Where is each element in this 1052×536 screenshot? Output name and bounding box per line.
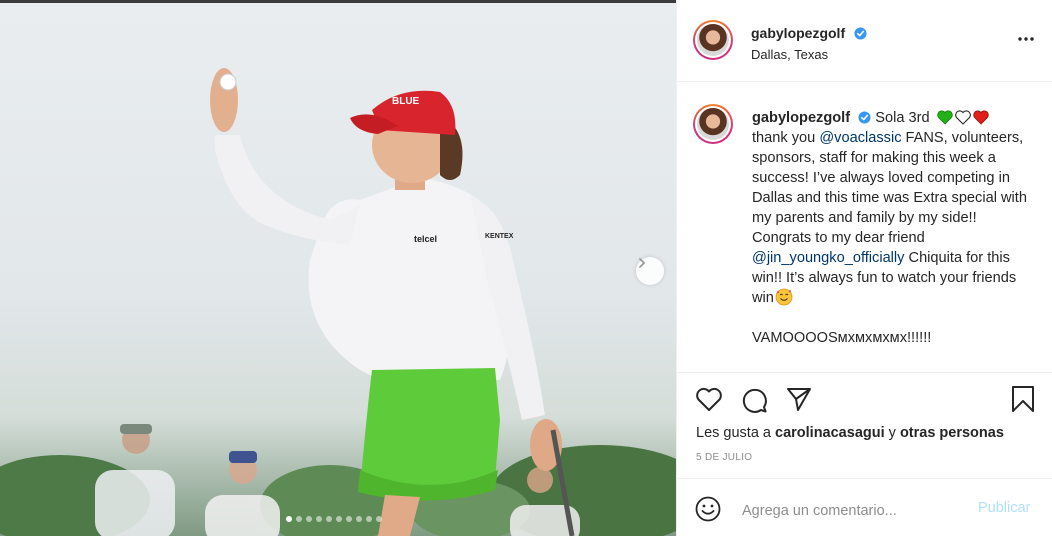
carousel-dot <box>306 516 312 522</box>
smiling-face-with-hearts-icon <box>775 288 793 306</box>
post-header: gabylopezgolf Dallas, Texas <box>677 0 1052 82</box>
carousel-dot <box>356 516 362 522</box>
svg-text:KENTEX: KENTEX <box>485 233 514 240</box>
carousel-dot <box>346 516 352 522</box>
likes-summary: Les gusta a carolinacasagui y otras pers… <box>696 425 1004 441</box>
comment-bar: Publicar <box>677 478 1052 536</box>
more-options-icon[interactable] <box>1017 30 1035 48</box>
heart-icon[interactable] <box>695 386 723 412</box>
avatar[interactable] <box>693 20 733 60</box>
bookmark-icon[interactable] <box>1010 385 1036 413</box>
post-caption: gabylopezgolf Sola 3rd thank you @voacla… <box>752 108 1037 348</box>
carousel-dot <box>366 516 372 522</box>
emoji-icon[interactable] <box>695 496 721 522</box>
verified-icon <box>858 111 871 124</box>
comment-icon[interactable] <box>740 386 768 414</box>
caption-thank: thank you <box>752 130 816 146</box>
white-heart-icon <box>954 110 971 125</box>
green-heart-icon <box>936 110 953 125</box>
carousel-indicator <box>286 516 382 522</box>
likes-joiner: y <box>888 425 896 441</box>
golfer-illustration: BLUE telcel KENTEX <box>0 68 676 536</box>
post-location[interactable]: Dallas, Texas <box>751 47 828 62</box>
carousel-dot <box>316 516 322 522</box>
mention-voaclassic-link[interactable]: @voaclassic <box>819 130 901 146</box>
post-date[interactable]: 5 DE JULIO <box>696 452 752 463</box>
likes-others-link[interactable]: otras personas <box>900 425 1004 441</box>
actions-divider <box>677 372 1052 374</box>
carousel-dot <box>376 516 382 522</box>
svg-text:BLUE: BLUE <box>392 96 420 107</box>
caption-intro: Sola 3rd <box>875 110 930 126</box>
post-username[interactable]: gabylopezgolf <box>751 25 845 41</box>
carousel-dot <box>326 516 332 522</box>
carousel-dot <box>286 516 292 522</box>
post-photo[interactable]: BLUE telcel KENTEX <box>0 0 676 536</box>
caption-hearts <box>936 110 989 125</box>
likes-user-link[interactable]: carolinacasagui <box>775 425 885 441</box>
carousel-dot <box>296 516 302 522</box>
caption-avatar[interactable] <box>693 104 733 144</box>
comment-input[interactable] <box>740 499 974 523</box>
post-detail-panel: gabylopezgolf Dallas, Texas gabylopezgol… <box>676 0 1052 536</box>
chevron-right-icon <box>639 258 646 268</box>
mention-jin-youngko-link[interactable]: @jin_youngko_officially <box>752 250 904 266</box>
carousel-next-button[interactable] <box>636 257 664 285</box>
carousel-dot <box>336 516 342 522</box>
publish-button[interactable]: Publicar <box>978 500 1030 516</box>
caption-username[interactable]: gabylopezgolf <box>752 110 850 126</box>
likes-prefix: Les gusta a <box>696 425 771 441</box>
red-heart-icon <box>972 110 989 125</box>
svg-text:telcel: telcel <box>414 234 437 244</box>
verified-icon <box>854 27 867 40</box>
caption-closing: VAMOOOOSмхмхмхмх!!!!!! <box>752 330 932 346</box>
share-icon[interactable] <box>785 386 813 412</box>
caption-body: FANS, volunteers, sponsors, staff for ma… <box>752 130 1027 246</box>
